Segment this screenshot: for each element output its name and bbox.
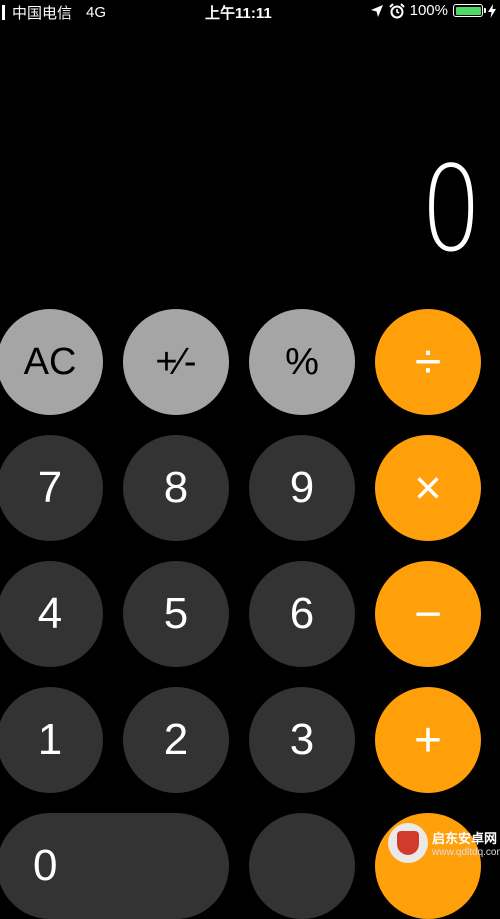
digit-5-button[interactable]: 5 bbox=[123, 561, 229, 667]
divide-button[interactable]: ÷ bbox=[375, 309, 481, 415]
watermark-text: 启东安卓网 www.qdltdq.com bbox=[432, 828, 500, 858]
digit-2-button[interactable]: 2 bbox=[123, 687, 229, 793]
network-type: 4G bbox=[86, 4, 107, 21]
battery-icon bbox=[453, 4, 486, 17]
status-left: 中国电信 4G bbox=[0, 2, 106, 23]
digit-6-button[interactable]: 6 bbox=[249, 561, 355, 667]
plus-button[interactable]: + bbox=[375, 687, 481, 793]
percent-button[interactable]: % bbox=[249, 309, 355, 415]
signal-icon bbox=[2, 5, 5, 20]
digit-1-button[interactable]: 1 bbox=[0, 687, 103, 793]
result-display: 0 bbox=[420, 140, 482, 278]
status-right: 100% bbox=[365, 2, 496, 19]
watermark: 启东安卓网 www.qdltdq.com bbox=[388, 818, 500, 867]
alarm-clock-icon bbox=[388, 2, 405, 18]
location-arrow-icon bbox=[370, 4, 383, 17]
decimal-button[interactable] bbox=[249, 813, 355, 919]
watermark-url: www.qdltdq.com bbox=[432, 846, 500, 858]
multiply-button[interactable]: × bbox=[375, 435, 481, 541]
digit-9-button[interactable]: 9 bbox=[249, 435, 355, 541]
watermark-logo-icon bbox=[388, 822, 428, 863]
status-time: 上午11:11 bbox=[205, 5, 272, 22]
digit-0-button[interactable]: 0 bbox=[0, 813, 229, 919]
digit-4-button[interactable]: 4 bbox=[0, 561, 103, 667]
battery-percent: 100% bbox=[409, 2, 448, 19]
carrier-name: 中国电信 bbox=[12, 5, 73, 22]
charging-bolt-icon bbox=[488, 3, 496, 18]
plus-minus-button[interactable]: +∕- bbox=[123, 309, 229, 415]
digit-7-button[interactable]: 7 bbox=[0, 435, 103, 541]
status-bar: 中国电信 4G 上午11:11 100% bbox=[0, 0, 500, 24]
digit-8-button[interactable]: 8 bbox=[123, 435, 229, 541]
watermark-name: 启东安卓网 bbox=[432, 830, 498, 846]
minus-button[interactable]: − bbox=[375, 561, 481, 667]
digit-3-button[interactable]: 3 bbox=[249, 687, 355, 793]
ac-button[interactable]: AC bbox=[0, 309, 103, 415]
